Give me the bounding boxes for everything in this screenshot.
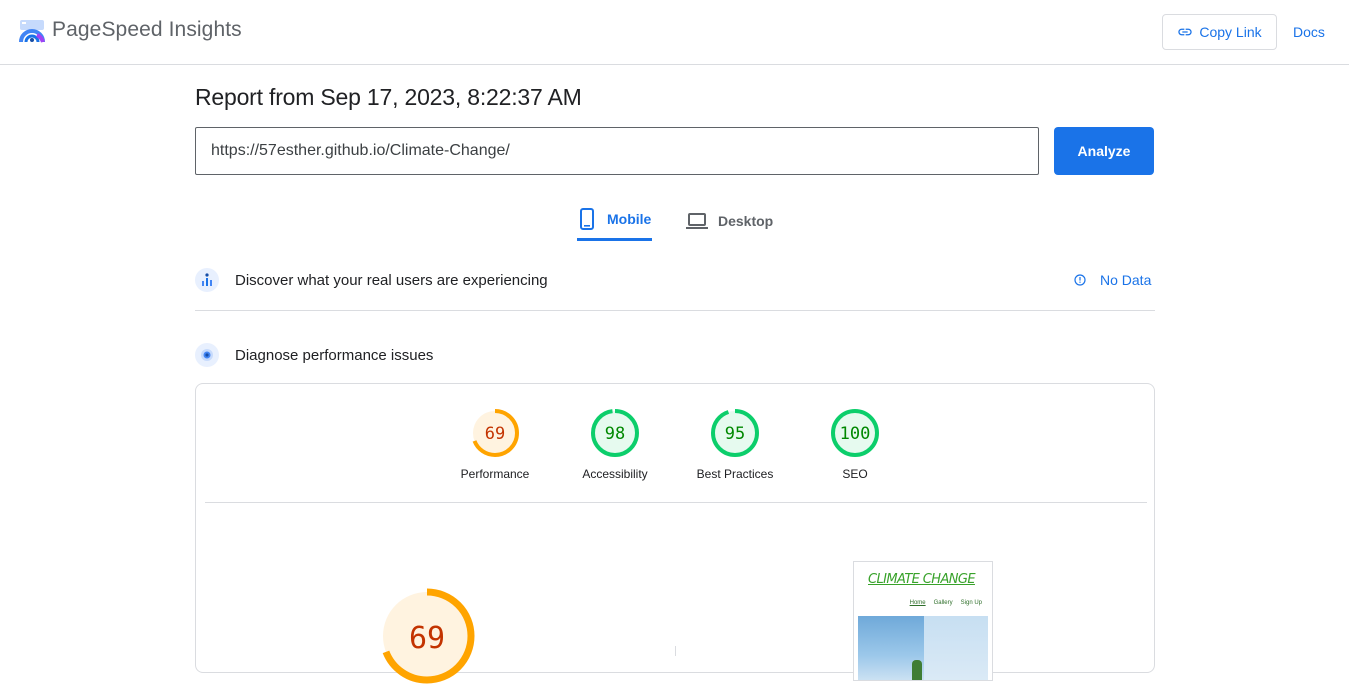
tab-mobile-label: Mobile bbox=[607, 211, 652, 227]
pagespeed-logo-icon bbox=[19, 20, 45, 43]
gauge-value: 69 bbox=[485, 424, 505, 444]
app-title: PageSpeed Insights bbox=[52, 18, 242, 41]
top-header: PageSpeed Insights Copy Link Docs bbox=[0, 0, 1349, 65]
thumbnail-nav-home: Home bbox=[909, 600, 926, 606]
copy-link-label: Copy Link bbox=[1199, 24, 1262, 40]
field-data-section[interactable]: Discover what your real users are experi… bbox=[195, 268, 1155, 292]
lab-data-section: Diagnose performance issues bbox=[195, 343, 1155, 367]
no-data-label: No Data bbox=[1100, 272, 1152, 288]
laptop-icon bbox=[686, 212, 708, 229]
gauge-label: Performance bbox=[460, 467, 530, 481]
gauge-value: 100 bbox=[840, 424, 871, 444]
main-performance-gauge: 69 bbox=[379, 588, 475, 684]
report-title: Report from Sep 17, 2023, 8:22:37 AM bbox=[195, 84, 582, 110]
gauge-value: 95 bbox=[725, 424, 745, 444]
gauge-best-practices[interactable]: 95 Best Practices bbox=[675, 408, 795, 481]
gauge-seo[interactable]: 100 SEO bbox=[795, 408, 915, 481]
thumbnail-nav: Home Gallery Sign Up bbox=[910, 600, 982, 606]
users-chart-icon bbox=[195, 268, 219, 292]
diagnose-icon bbox=[195, 343, 219, 367]
gauge-ring: 100 bbox=[831, 409, 879, 457]
url-input[interactable] bbox=[195, 127, 1039, 175]
lab-data-title: Diagnose performance issues bbox=[235, 346, 434, 364]
gauge-label: Accessibility bbox=[582, 467, 648, 481]
gauge-ring: 69 bbox=[471, 409, 519, 457]
tab-desktop-label: Desktop bbox=[718, 212, 774, 229]
field-data-title: Discover what your real users are experi… bbox=[235, 271, 548, 289]
gauge-accessibility[interactable]: 98 Accessibility bbox=[555, 408, 675, 481]
metrics-divider bbox=[675, 646, 676, 656]
thumbnail-nav-gallery: Gallery bbox=[933, 600, 953, 606]
gauge-label: SEO bbox=[842, 467, 868, 481]
thumbnail-title: CLIMATE CHANGE bbox=[868, 572, 976, 587]
analyze-button[interactable]: Analyze bbox=[1054, 127, 1154, 175]
thumbnail-nav-signup: Sign Up bbox=[960, 600, 982, 606]
gauge-ring: 98 bbox=[591, 409, 639, 457]
info-icon bbox=[1074, 274, 1086, 286]
page-screenshot-thumbnail: CLIMATE CHANGE Home Gallery Sign Up bbox=[853, 561, 993, 681]
scores-card: 69 Performance 98 Accessibility 95 Best … bbox=[195, 383, 1155, 684]
card-divider bbox=[205, 502, 1147, 503]
link-icon bbox=[1178, 28, 1193, 36]
gauge-performance[interactable]: 69 Performance bbox=[435, 408, 555, 481]
thumbnail-image bbox=[858, 616, 988, 680]
docs-link[interactable]: Docs bbox=[1293, 24, 1325, 40]
gauge-value: 98 bbox=[605, 424, 625, 444]
no-data-indicator[interactable]: No Data bbox=[1074, 272, 1151, 288]
section-divider bbox=[195, 310, 1155, 311]
tab-mobile[interactable]: Mobile bbox=[577, 200, 652, 241]
copy-link-button[interactable]: Copy Link bbox=[1162, 14, 1277, 50]
gauge-ring: 95 bbox=[711, 409, 759, 457]
gauge-label: Best Practices bbox=[696, 467, 774, 481]
tab-desktop[interactable]: Desktop bbox=[686, 200, 773, 241]
score-gauges: 69 Performance 98 Accessibility 95 Best … bbox=[196, 408, 1154, 488]
smartphone-icon bbox=[580, 208, 594, 230]
